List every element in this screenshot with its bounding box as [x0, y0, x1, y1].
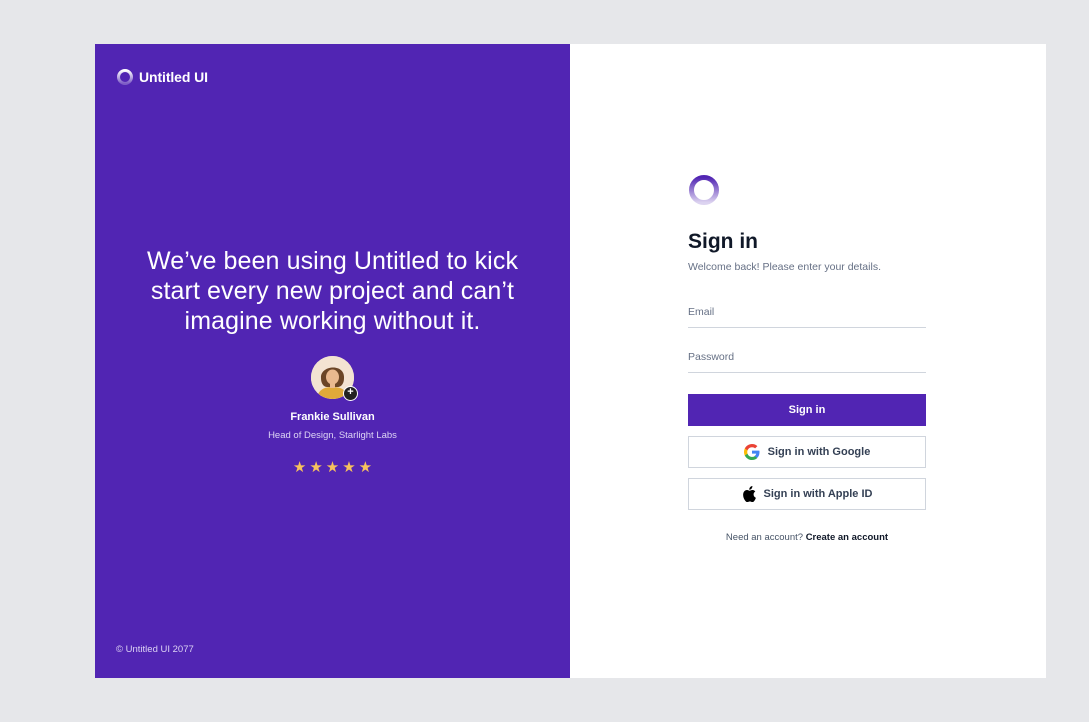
- star-icon: ★: [358, 459, 373, 476]
- star-icon: ★: [309, 459, 323, 476]
- testimonial-panel: Untitled UI We’ve been using Untitled to…: [95, 44, 570, 678]
- password-input[interactable]: [688, 343, 926, 371]
- apple-icon: [742, 486, 756, 502]
- apple-sign-in-button[interactable]: Sign in with Apple ID: [688, 478, 926, 510]
- brand[interactable]: Untitled UI: [116, 68, 208, 86]
- testimonial-quote: We’ve been using Untitled to kick start …: [146, 247, 519, 335]
- email-field: [688, 298, 926, 328]
- create-account-link[interactable]: Create an account: [806, 532, 888, 543]
- sign-in-button-label: Sign in: [788, 404, 826, 416]
- star-icon: ★: [292, 459, 307, 476]
- signup-prompt: Need an account? Create an account: [688, 532, 926, 543]
- auth-card: Untitled UI We’ve been using Untitled to…: [95, 44, 1046, 678]
- rating-stars: ★ ★ ★ ★ ★: [95, 460, 570, 476]
- avatar: +: [311, 356, 358, 401]
- sign-in-button[interactable]: Sign in: [688, 394, 926, 426]
- page-subtitle: Welcome back! Please enter your details.: [688, 261, 881, 273]
- ring-logo-icon: [688, 174, 926, 208]
- email-input[interactable]: [688, 298, 926, 326]
- signin-form: Sign in Welcome back! Please enter your …: [688, 174, 926, 543]
- signin-panel: Sign in Welcome back! Please enter your …: [570, 44, 1046, 678]
- author-role: Head of Design, Starlight Labs: [268, 430, 397, 441]
- page-title: Sign in: [688, 230, 758, 253]
- brand-name: Untitled UI: [139, 69, 208, 85]
- google-sign-in-label: Sign in with Google: [767, 446, 871, 458]
- star-icon: ★: [325, 459, 340, 476]
- google-icon: [743, 444, 760, 460]
- copyright: © Untitled UI 2077: [116, 644, 194, 655]
- plus-icon: +: [343, 386, 358, 401]
- ring-logo-icon: [116, 68, 134, 86]
- author-name: Frankie Sullivan: [290, 411, 375, 423]
- signup-prompt-text: Need an account?: [725, 532, 804, 543]
- google-sign-in-button[interactable]: Sign in with Google: [688, 436, 926, 468]
- apple-sign-in-label: Sign in with Apple ID: [763, 488, 873, 500]
- password-field: [688, 343, 926, 373]
- star-icon: ★: [342, 459, 356, 476]
